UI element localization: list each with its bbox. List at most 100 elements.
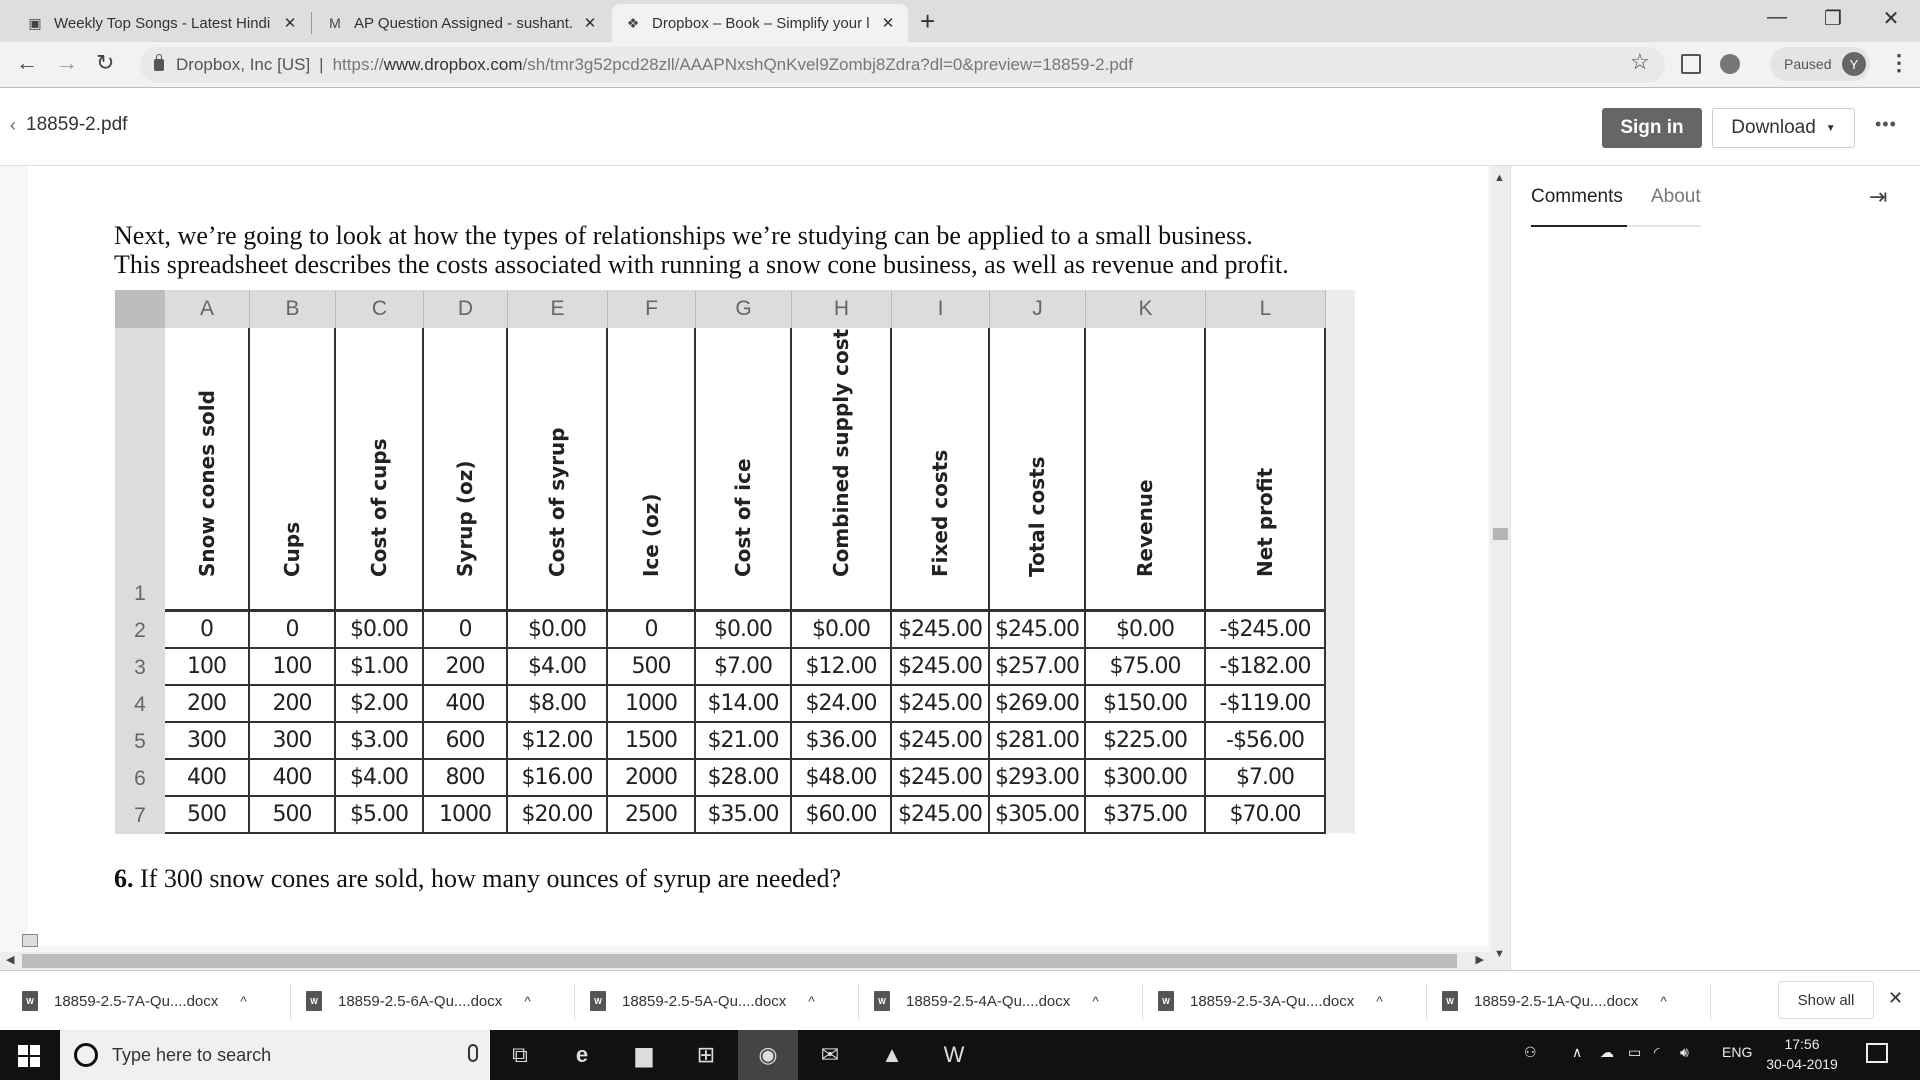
address-bar[interactable]: Dropbox, Inc [US] | https://www.dropbox.… xyxy=(140,47,1665,83)
browser-menu-icon[interactable]: ⋮ xyxy=(1888,50,1910,76)
table-cell: $245.00 xyxy=(892,760,990,797)
scroll-down-icon[interactable]: ▼ xyxy=(1494,948,1505,960)
column-letter: I xyxy=(892,290,990,328)
wifi-icon[interactable]: ◜ xyxy=(1654,1044,1659,1061)
table-cell: $48.00 xyxy=(792,760,892,797)
sign-in-button[interactable]: Sign in xyxy=(1602,108,1702,148)
row-number: 4 xyxy=(115,686,165,723)
download-item[interactable]: W 18859-2.5-5A-Qu....docx ^ xyxy=(590,971,815,1031)
close-tab-icon[interactable]: ✕ xyxy=(582,14,598,32)
scroll-right-icon[interactable]: ▶ xyxy=(1476,953,1484,966)
intro-text-line-2: This spreadsheet describes the costs ass… xyxy=(114,250,1289,279)
tab-weekly-top-songs[interactable]: ▣ Weekly Top Songs - Latest Hindi ✕ xyxy=(14,4,310,42)
lock-icon xyxy=(154,54,164,71)
pocket-extension-icon[interactable] xyxy=(1681,54,1701,74)
action-center-icon[interactable] xyxy=(1866,1043,1888,1063)
download-options-icon[interactable]: ^ xyxy=(1092,993,1099,1009)
vlc-icon[interactable]: ▲ xyxy=(862,1030,922,1080)
download-item[interactable]: W 18859-2.5-4A-Qu....docx ^ xyxy=(874,971,1099,1031)
download-options-icon[interactable]: ^ xyxy=(808,993,815,1009)
store-icon[interactable]: ⊞ xyxy=(676,1030,736,1080)
close-tab-icon[interactable]: ✕ xyxy=(880,14,896,32)
download-options-icon[interactable]: ^ xyxy=(1376,993,1383,1009)
table-cell: $245.00 xyxy=(892,797,990,834)
download-options-icon[interactable]: ^ xyxy=(524,993,531,1009)
scroll-up-icon[interactable]: ▲ xyxy=(1494,172,1505,184)
table-cell: 2500 xyxy=(608,797,696,834)
scroll-left-icon[interactable]: ◀ xyxy=(6,953,14,966)
more-options-button[interactable]: ••• xyxy=(1875,114,1897,135)
column-header-label: Total costs xyxy=(1025,456,1049,577)
tab-dropbox[interactable]: ❖ Dropbox – Book – Simplify your l ✕ xyxy=(612,4,908,42)
table-cell: 0 xyxy=(250,612,336,649)
taskbar-search[interactable]: Type here to search xyxy=(60,1030,490,1080)
table-cell: $269.00 xyxy=(990,686,1086,723)
tab-about[interactable]: About xyxy=(1651,186,1701,208)
download-item[interactable]: W 18859-2.5-1A-Qu....docx ^ xyxy=(1442,971,1667,1031)
microphone-icon[interactable] xyxy=(468,1044,478,1062)
tab-ap-question[interactable]: M AP Question Assigned - sushant. ✕ xyxy=(314,4,610,42)
table-cell: $24.00 xyxy=(792,686,892,723)
tab-comments[interactable]: Comments xyxy=(1531,186,1623,208)
show-all-downloads-button[interactable]: Show all xyxy=(1778,981,1874,1019)
close-shelf-icon[interactable]: ✕ xyxy=(1888,988,1903,1009)
volume-icon[interactable]: 🔊︎ xyxy=(1680,1044,1689,1061)
collapse-panel-icon[interactable]: ⇥ xyxy=(1869,184,1887,210)
scrollbar-thumb[interactable] xyxy=(22,954,1457,968)
column-letter: J xyxy=(990,290,1086,328)
bookmark-star-icon[interactable]: ☆ xyxy=(1630,49,1650,75)
column-header-label: Snow cones sold xyxy=(194,390,219,577)
people-icon[interactable]: ⚇ xyxy=(1524,1044,1537,1061)
new-tab-button[interactable]: + xyxy=(920,6,935,37)
download-item[interactable]: W 18859-2.5-7A-Qu....docx ^ xyxy=(22,971,247,1031)
column-letter: G xyxy=(696,290,792,328)
download-divider xyxy=(1710,983,1711,1019)
minimize-icon[interactable]: — xyxy=(1752,6,1802,29)
edge-icon[interactable]: e xyxy=(552,1030,612,1080)
task-view-icon[interactable]: ⧉ xyxy=(490,1030,550,1080)
word-icon[interactable]: W xyxy=(924,1030,984,1080)
scrollbar-thumb[interactable] xyxy=(1493,528,1508,540)
table-cell: $300.00 xyxy=(1086,760,1206,797)
download-options-icon[interactable]: ^ xyxy=(240,993,247,1009)
restore-icon[interactable]: ❐ xyxy=(1808,6,1858,31)
onedrive-icon[interactable]: ☁ xyxy=(1600,1044,1614,1061)
reload-icon[interactable]: ↻ xyxy=(96,50,114,76)
column-header-cell: Cost of cups xyxy=(336,328,424,612)
profile-button[interactable]: Paused Y xyxy=(1770,47,1870,81)
download-divider xyxy=(1142,983,1143,1019)
row-number: 6 xyxy=(115,760,165,797)
table-cell: 400 xyxy=(165,760,250,797)
close-window-icon[interactable]: ✕ xyxy=(1866,6,1916,31)
back-icon[interactable]: ← xyxy=(16,50,38,76)
column-letter: D xyxy=(424,290,508,328)
word-document-icon: W xyxy=(306,991,322,1011)
table-cell: 500 xyxy=(165,797,250,834)
clock[interactable]: 17:56 30-04-2019 xyxy=(1762,1034,1842,1074)
download-item[interactable]: W 18859-2.5-3A-Qu....docx ^ xyxy=(1158,971,1383,1031)
flag-icon[interactable] xyxy=(22,934,38,947)
file-explorer-icon[interactable]: ▆ xyxy=(614,1030,674,1080)
download-item[interactable]: W 18859-2.5-6A-Qu....docx ^ xyxy=(306,971,531,1031)
forward-icon[interactable]: → xyxy=(56,50,78,76)
download-options-icon[interactable]: ^ xyxy=(1660,993,1667,1009)
row-number: 7 xyxy=(115,797,165,834)
windows-start-icon[interactable] xyxy=(18,1045,40,1067)
battery-icon[interactable]: ▭ xyxy=(1628,1044,1641,1061)
chrome-icon[interactable]: ◉ xyxy=(738,1030,798,1080)
vertical-scrollbar[interactable]: ▲ ▼ xyxy=(1490,166,1510,970)
adblock-extension-icon[interactable] xyxy=(1720,54,1740,74)
language-indicator[interactable]: ENG xyxy=(1722,1044,1752,1060)
table-cell: $150.00 xyxy=(1086,686,1206,723)
close-tab-icon[interactable]: ✕ xyxy=(282,14,298,32)
download-button[interactable]: Download ▼ xyxy=(1712,108,1855,148)
table-cell: 200 xyxy=(250,686,336,723)
table-cell: 200 xyxy=(424,649,508,686)
show-hidden-icons[interactable]: ∧ xyxy=(1572,1044,1582,1061)
word-document-icon: W xyxy=(590,991,606,1011)
time: 17:56 xyxy=(1784,1036,1820,1052)
mail-icon[interactable]: ✉ xyxy=(800,1030,860,1080)
horizontal-scrollbar[interactable]: ◀ ▶ xyxy=(0,952,1492,970)
back-to-folder-link[interactable]: ‹ 18859-2.pdf xyxy=(10,114,127,136)
tab-title: Weekly Top Songs - Latest Hindi xyxy=(54,14,271,32)
